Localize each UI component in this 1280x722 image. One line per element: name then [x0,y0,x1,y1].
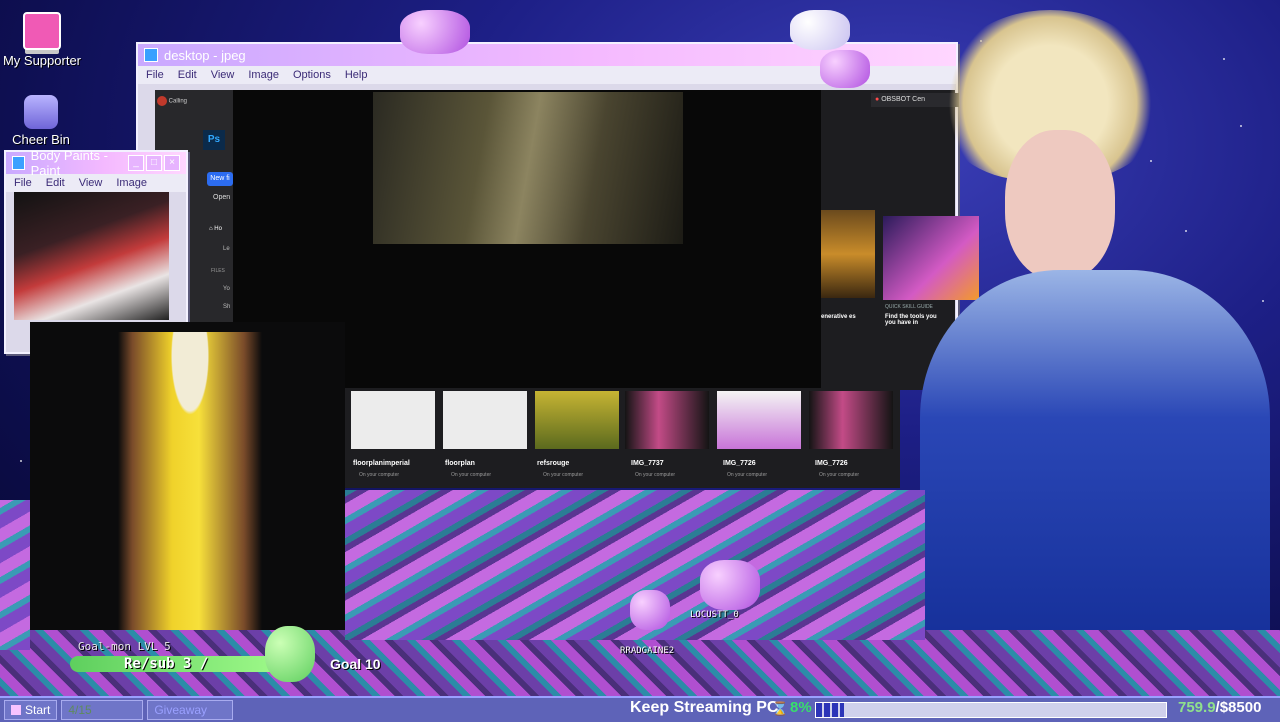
chat-name: RRADGAINE2 [620,646,675,656]
giveaway-button[interactable]: Giveaway [147,700,234,720]
tiger-eye-card[interactable] [821,210,875,298]
nav-home[interactable]: ⌂ Ho [209,226,222,232]
balloon-dog-icon [630,590,670,630]
supporter-icon [23,12,61,50]
recent-file-sub: On your computer [635,472,676,478]
armor-photo [373,92,683,244]
recent-file-name: floorplan [445,460,475,467]
recent-file-name: floorplanimperial [353,460,410,467]
nav-home-label: Ho [214,226,222,232]
menu-file[interactable]: File [146,69,164,81]
resub-label: Re/sub 3 / [124,656,209,672]
new-file-button[interactable]: New fi [207,172,233,186]
menu-image[interactable]: Image [248,69,279,81]
menu-edit[interactable]: Edit [46,177,65,189]
menu-edit[interactable]: Edit [178,69,197,81]
recent-file-sub: On your computer [543,472,584,478]
counter-button[interactable]: 4/15 [61,700,144,720]
start-label: Start [25,703,51,717]
nav-learn[interactable]: Le [223,246,230,252]
window-title: Body Paints - Paint [30,148,108,178]
menu-file[interactable]: File [14,177,32,189]
desktop-icon-label: Cheer Bin [12,132,70,147]
goal-label: Goal 10 [330,656,381,672]
desktop-icon-label: My Supporter [2,53,82,68]
minimize-icon[interactable]: _ [128,155,144,171]
window-titlebar[interactable]: Body Paints - Paint _ □ × [6,148,186,178]
recent-file-thumb[interactable] [717,391,801,449]
tab-favicon-icon [157,96,167,106]
taskbar: Start 4/15 Giveaway Keep Streaming PC ⌛ … [0,696,1280,722]
close-icon[interactable]: × [164,155,180,171]
recent-file-name: IMG_7726 [815,460,848,467]
recent-file-name: IMG_7726 [723,460,756,467]
recent-files-strip: floorplanimperial floorplan refsrouge IM… [345,388,900,488]
stream-progress-fill [816,703,844,717]
chat-name: LOCUSTT_0 [690,610,739,620]
ps-app-badge: Ps [203,130,225,150]
recent-file-name: refsrouge [537,460,570,467]
desktop-icon-cheer-bin[interactable]: Cheer Bin [0,95,86,147]
home-icon: ⌂ [209,226,213,232]
menu-image[interactable]: Image [116,177,147,189]
percent-label: 8% [790,699,812,716]
window-controls: _ □ × [128,155,180,171]
recent-file-thumb[interactable] [535,391,619,449]
recent-file-sub: On your computer [359,472,400,478]
recent-file-thumb[interactable] [809,391,893,449]
record-dot-icon: ● [875,96,880,103]
files-header: FILES [211,268,225,274]
menu-view[interactable]: View [79,177,103,189]
menu-help[interactable]: Help [345,69,368,81]
keep-streaming-label: Keep Streaming PC [630,699,779,716]
stream-progress-bar [815,702,1167,718]
recent-file-name: IMG_7737 [631,460,664,467]
recent-file-thumb[interactable] [351,391,435,449]
recent-file-thumb[interactable] [625,391,709,449]
amount-raised: 759.9/$8500 [1178,699,1261,716]
start-button[interactable]: Start [4,700,58,720]
window-title: desktop - jpeg [164,47,246,63]
recent-file-sub: On your computer [451,472,492,478]
card-left-caption: enerative es [821,314,856,320]
goal-tracker: Goal-mon LVL 5 Re/sub 3 / Goal 10 [60,626,390,692]
nav-your-files[interactable]: Yo [223,286,230,292]
counter-label: 4/15 [68,703,92,717]
recent-file-thumb[interactable] [443,391,527,449]
balloon-dog-goal-icon [265,626,315,682]
tab-label: Calling [168,98,188,105]
recent-file-sub: On your computer [819,472,860,478]
goal-small-label: Goal-mon LVL 5 [78,640,171,653]
giveaway-label: Giveaway [154,703,208,717]
open-button[interactable]: Open [213,194,230,201]
balloon-dog-icon [790,10,850,50]
nav-shared[interactable]: Sh [223,304,230,310]
browser-tab-left[interactable]: Calling [157,96,187,118]
balloon-dog-icon [400,10,470,54]
paint-canvas-image [14,192,169,320]
maximize-icon[interactable]: □ [146,155,162,171]
amount-goal: /$8500 [1215,699,1262,716]
menu-options[interactable]: Options [293,69,331,81]
menu-view[interactable]: View [211,69,235,81]
desktop-icon-my-supporter[interactable]: My Supporter [0,12,87,68]
image-file-icon [144,48,158,62]
streamer-face [1005,130,1115,280]
balloon-dog-icon [700,560,760,610]
start-icon [11,705,21,715]
cheer-bin-icon [24,95,58,129]
hourglass-icon: ⌛ [772,701,789,716]
paint-app-icon [12,156,25,170]
balloon-dog-icon [820,50,870,88]
amount-value: 759.9 [1178,699,1216,716]
recent-file-sub: On your computer [727,472,768,478]
